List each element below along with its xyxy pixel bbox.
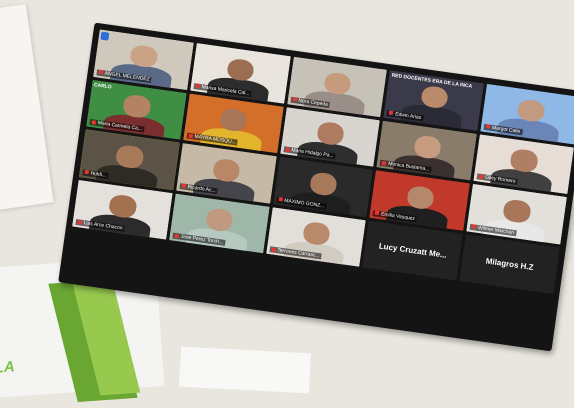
participant-tile[interactable]: Luis Arce Chacon	[72, 179, 173, 241]
mic-muted-icon	[285, 147, 290, 152]
mic-muted-icon	[485, 124, 491, 129]
participant-tile[interactable]: Marisa Maricela Cal...	[189, 43, 291, 104]
participant-tile[interactable]: Emilia Vasquez	[369, 170, 471, 231]
mic-muted-icon	[98, 69, 104, 75]
participant-tile[interactable]: MAXIMO GONZ...	[272, 156, 374, 218]
mic-muted-icon	[181, 183, 186, 189]
mic-muted-icon	[478, 174, 484, 180]
participant-tile[interactable]: Lucy Cruzatt Me...	[362, 220, 464, 281]
shield-icon	[100, 31, 110, 41]
mic-muted-icon	[188, 133, 193, 139]
participant-name: Lucy Cruzatt Me...	[378, 241, 448, 260]
mic-muted-icon	[389, 110, 394, 116]
paper-fragment	[0, 4, 54, 212]
paper-fragment-bottom	[179, 346, 311, 394]
participant-name: Milagros H.Z	[485, 256, 535, 272]
mic-muted-icon	[292, 97, 297, 102]
participant-tile[interactable]: Maria Hidalgo Pa...	[279, 106, 381, 168]
mic-muted-icon	[382, 160, 387, 166]
participant-tile[interactable]: RED DOCENTES ERA DE LA INCA Edwin Arias	[383, 70, 485, 131]
participant-tile[interactable]: Milagros H.Z	[459, 234, 560, 295]
mic-muted-icon	[91, 120, 97, 125]
mic-muted-icon	[278, 197, 283, 202]
slide-label: LA	[0, 358, 16, 377]
mic-muted-icon	[174, 233, 179, 239]
participant-tile[interactable]: Wilmer Marchan	[466, 184, 567, 245]
mic-muted-icon	[77, 220, 82, 225]
participant-tile[interactable]: Ricardo Ac...	[175, 143, 277, 204]
mic-muted-icon	[375, 211, 380, 216]
mic-muted-icon	[471, 224, 477, 230]
mic-muted-icon	[271, 247, 276, 253]
participant-tile[interactable]: Huldi...	[79, 129, 180, 190]
participant-tile[interactable]: Monica Bustama...	[376, 120, 478, 181]
participant-tile[interactable]: MAYRA MOSQU...	[182, 93, 284, 154]
participant-tile[interactable]: Terrones Carrasc...	[265, 206, 367, 268]
participant-tile[interactable]: Nora Cepeda	[286, 56, 388, 117]
participant-tile[interactable]: Giley Romero	[473, 133, 574, 195]
participant-tile[interactable]: Jane Perez Torch...	[168, 193, 270, 254]
participant-tile[interactable]: CARLO Maria Carmela Ca...	[86, 79, 187, 140]
participant-tile[interactable]: ANGEL MELENDEZ	[93, 29, 194, 90]
mic-muted-icon	[195, 83, 200, 89]
mic-muted-icon	[84, 170, 89, 175]
